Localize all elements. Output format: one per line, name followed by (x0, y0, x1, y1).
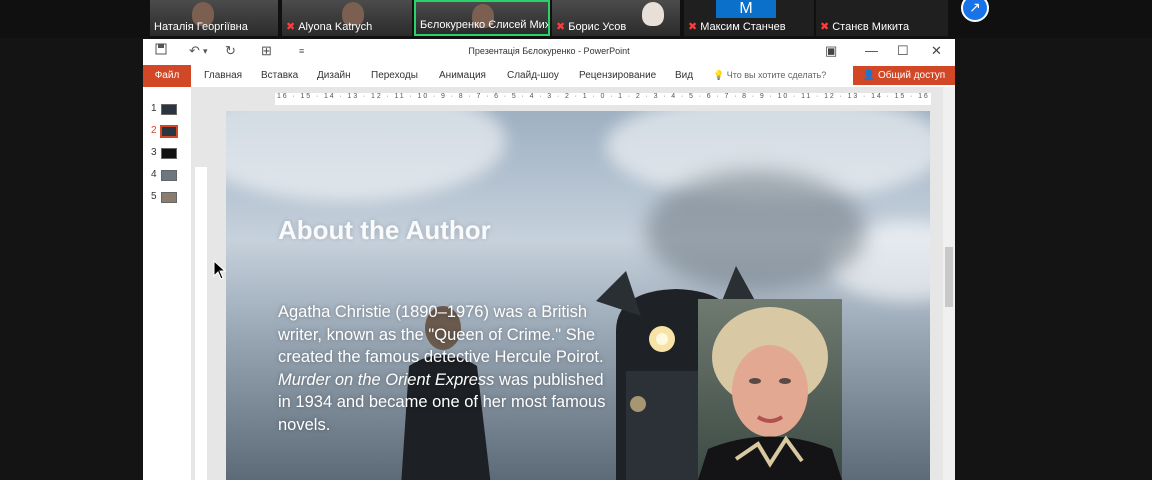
mic-muted-icon: ✖ (820, 21, 830, 33)
participant-tile-active[interactable]: Бєлокуренко Єлисей Мих... (414, 0, 550, 36)
slide-number: 1 (151, 103, 157, 114)
tab-animations[interactable]: Анимация (439, 70, 486, 81)
vertical-scrollbar[interactable] (943, 87, 955, 480)
minimize-icon[interactable]: — (865, 43, 878, 58)
book-title-italic: Murder on the Orient Express (278, 370, 495, 389)
tell-me-search[interactable]: 💡 Что вы хотите сделать? (713, 70, 826, 81)
slide-thumb-3[interactable]: 3 (151, 147, 177, 159)
slide-thumbnails: 1 2 3 4 5 (143, 87, 191, 480)
mic-muted-icon: ✖ (556, 21, 566, 33)
scrollbar-thumb[interactable] (945, 247, 953, 307)
horizontal-ruler: 16 · 15 · 14 · 13 · 12 · 11 · 10 · 9 · 8… (275, 93, 931, 105)
lightbulb-icon: 💡 (713, 70, 727, 80)
ribbon-display-icon[interactable]: ▣ (825, 43, 837, 59)
title-bar: ↶ ▾ ↻ ⊞ ≡ Презентація Бєлокуренко - Powe… (143, 39, 955, 65)
vertical-ruler (195, 167, 207, 480)
participant-logo: M (716, 0, 776, 18)
share-button[interactable]: 👤 Общий доступ (853, 66, 955, 85)
mic-muted-icon: ✖ (688, 21, 698, 33)
slide-preview (161, 170, 177, 181)
slide-thumb-2[interactable]: 2 (151, 125, 178, 138)
slide-thumb-5[interactable]: 5 (151, 191, 177, 203)
slide-body-text[interactable]: Agatha Christie (1890–1976) was a Britis… (278, 301, 608, 436)
ruler-marks: 16 · 15 · 14 · 13 · 12 · 11 · 10 · 9 · 8… (277, 93, 930, 100)
tab-review[interactable]: Рецензирование (579, 70, 656, 81)
tab-insert[interactable]: Вставка (261, 70, 298, 81)
tab-file[interactable]: Файл (143, 65, 191, 87)
person-icon: 👤 (862, 70, 879, 81)
body-text-part: Agatha Christie (1890–1976) was a Britis… (278, 303, 604, 366)
participant-tile[interactable]: M ✖ Максим Станчев (684, 0, 814, 36)
slide-preview (161, 148, 177, 159)
tab-slideshow[interactable]: Слайд-шоу (507, 70, 559, 81)
slide-thumb-1[interactable]: 1 (151, 103, 177, 115)
participant-name: Alyona Katrych (298, 21, 373, 33)
tab-transitions[interactable]: Переходы (371, 70, 418, 81)
participant-name: Наталія Георгіївна (154, 21, 248, 33)
author-portrait (698, 299, 842, 480)
participant-label: ✖ Станєв Микита (820, 20, 909, 33)
slide-preview (161, 104, 177, 115)
participant-name: Бєлокуренко Єлисей Мих... (420, 19, 550, 31)
participant-name: Борис Усов (568, 21, 627, 33)
participant-tile[interactable]: Наталія Георгіївна (150, 0, 278, 36)
close-icon[interactable]: ✕ (931, 43, 942, 59)
slide-number: 5 (151, 191, 157, 202)
participant-video (642, 2, 664, 26)
mouse-cursor-icon (213, 260, 227, 280)
slide-number: 2 (151, 125, 157, 136)
maximize-icon[interactable]: ☐ (897, 43, 909, 59)
participant-label: ✖ Alyona Katrych (286, 20, 372, 33)
tell-me-text: Что вы хотите сделать? (726, 70, 827, 80)
slide-thumb-4[interactable]: 4 (151, 169, 177, 181)
slide-number: 3 (151, 147, 157, 158)
participant-tile[interactable]: ✖ Станєв Микита (816, 0, 948, 36)
participant-label: ✖ Борис Усов (556, 20, 626, 33)
participant-tile[interactable]: ✖ Борис Усов (552, 0, 680, 36)
ribbon-tabs: Файл Главная Вставка Дизайн Переходы Ани… (143, 65, 955, 88)
tab-home[interactable]: Главная (204, 70, 242, 81)
share-label: Общий доступ (878, 70, 946, 81)
slide-number: 4 (151, 169, 157, 180)
participant-tile[interactable]: ✖ Alyona Katrych (282, 0, 412, 36)
participant-name: Максим Станчев (700, 21, 786, 33)
tab-view[interactable]: Вид (675, 70, 693, 81)
slide-preview (160, 125, 178, 138)
mic-muted-icon: ✖ (286, 21, 296, 33)
slide-title[interactable]: About the Author (278, 215, 491, 246)
cloud (226, 111, 506, 201)
slide-canvas[interactable]: About the Author Agatha Christie (1890–1… (226, 111, 930, 480)
participant-label: ✖ Максим Станчев (688, 20, 786, 33)
slide-editor: 16 · 15 · 14 · 13 · 12 · 11 · 10 · 9 · 8… (191, 87, 955, 480)
slide-preview (161, 192, 177, 203)
tab-design[interactable]: Дизайн (317, 70, 351, 81)
powerpoint-window: ↶ ▾ ↻ ⊞ ≡ Презентація Бєлокуренко - Powe… (143, 39, 955, 480)
expand-arrow-icon[interactable]: ↗ (961, 0, 989, 22)
participant-name: Станєв Микита (832, 21, 910, 33)
participant-strip: Наталія Георгіївна ✖ Alyona Katrych Бєлок… (0, 0, 1152, 38)
